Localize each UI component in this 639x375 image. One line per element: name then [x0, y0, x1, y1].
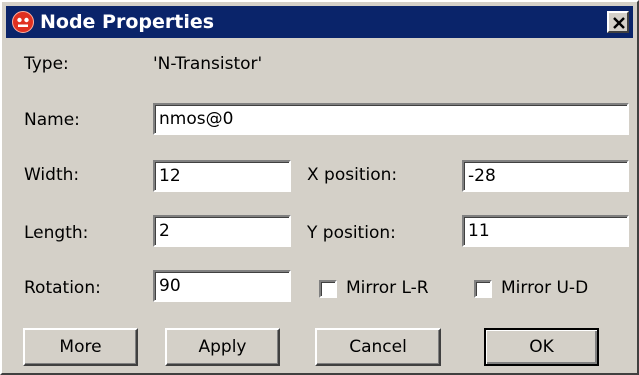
mirror-lr-checkbox[interactable]	[319, 280, 337, 298]
more-button[interactable]: More	[23, 328, 138, 366]
width-label: Width:	[24, 165, 80, 185]
app-node-icon	[12, 11, 34, 33]
length-label: Length:	[24, 223, 89, 243]
length-field[interactable]: 2	[153, 215, 291, 247]
title-bar[interactable]: Node Properties	[6, 6, 633, 38]
mirror-lr-label: Mirror L-R	[346, 278, 429, 298]
width-field[interactable]: 12	[153, 160, 291, 192]
close-icon	[613, 17, 625, 29]
mirror-ud-label: Mirror U-D	[501, 278, 589, 298]
node-properties-dialog: Node Properties Type: 'N-Transistor' Nam…	[0, 0, 639, 375]
apply-button[interactable]: Apply	[165, 328, 280, 366]
x-position-field[interactable]: -28	[462, 160, 629, 192]
type-label: Type:	[24, 54, 69, 74]
close-button[interactable]	[607, 11, 629, 33]
y-position-field[interactable]: 11	[462, 215, 629, 247]
window-title: Node Properties	[40, 11, 215, 33]
name-field[interactable]: nmos@0	[153, 103, 629, 135]
ok-button[interactable]: OK	[484, 328, 599, 366]
type-value: 'N-Transistor'	[153, 54, 263, 74]
x-position-label: X position:	[307, 165, 398, 185]
rotation-label: Rotation:	[24, 278, 101, 298]
name-label: Name:	[24, 110, 80, 130]
y-position-label: Y position:	[307, 223, 396, 243]
rotation-field[interactable]: 90	[153, 270, 291, 302]
mirror-ud-checkbox[interactable]	[474, 280, 492, 298]
cancel-button[interactable]: Cancel	[315, 328, 441, 366]
